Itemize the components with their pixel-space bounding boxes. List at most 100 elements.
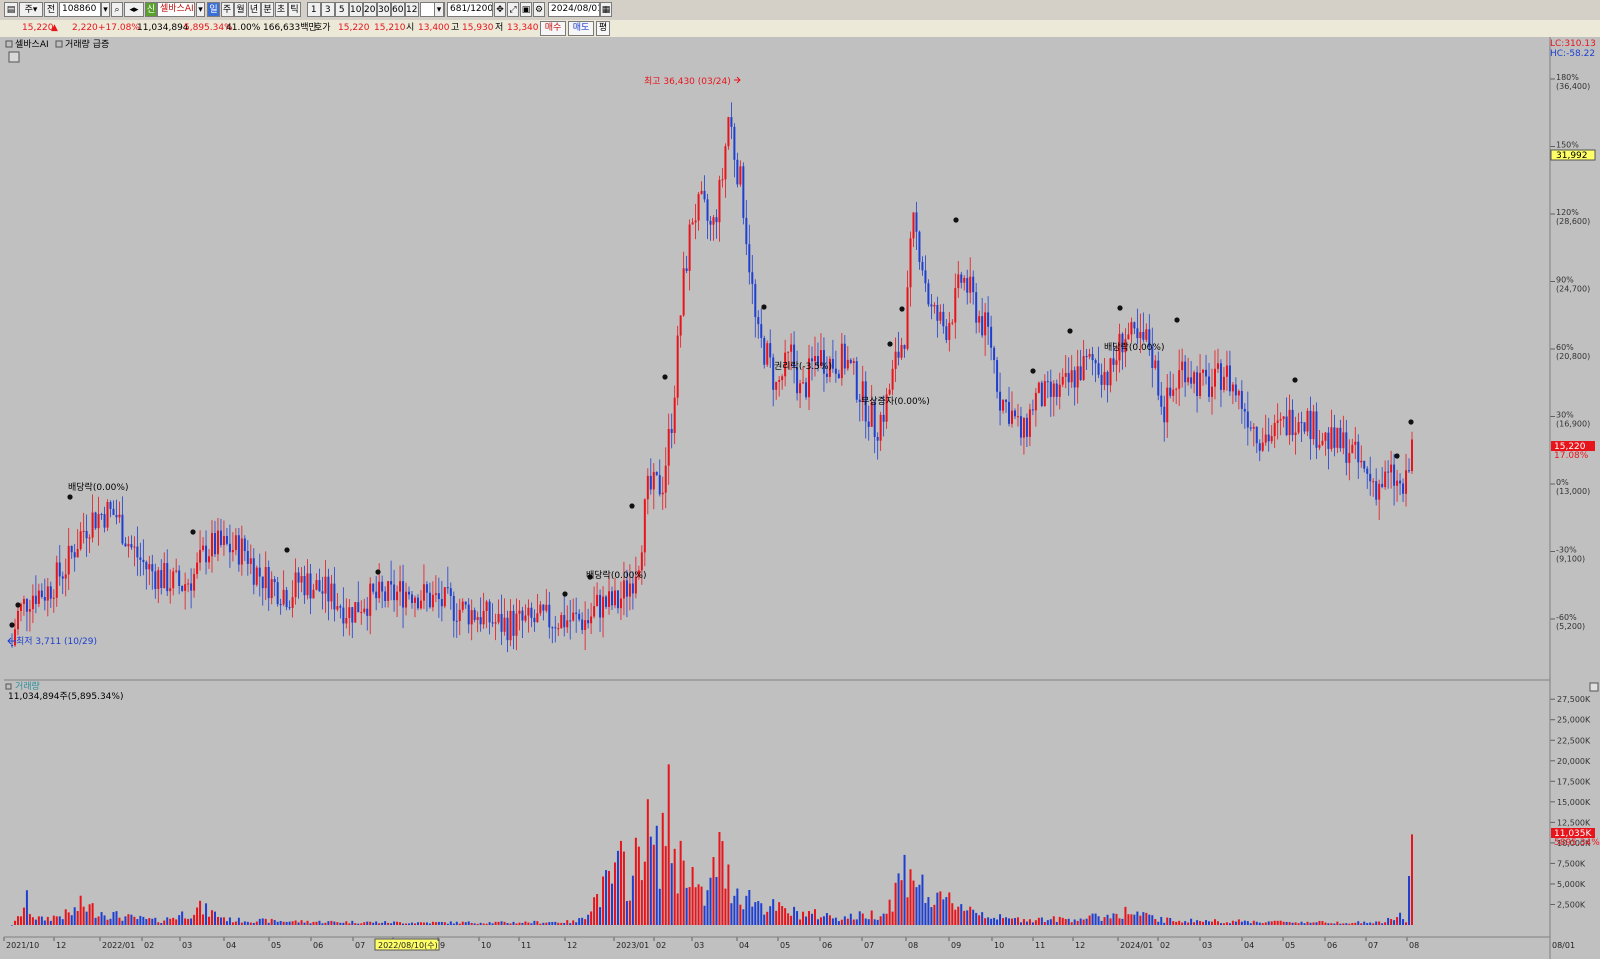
candle-body xyxy=(127,544,130,547)
candle-body xyxy=(1079,366,1082,380)
volume-bar xyxy=(972,909,975,925)
interval-button[interactable]: 3 xyxy=(321,2,335,17)
volume-bar xyxy=(1100,920,1103,925)
legend-stock[interactable]: 셀바스AI xyxy=(15,39,49,50)
buy-button[interactable]: 매수 xyxy=(540,21,566,36)
interval-dropdown-icon[interactable]: ▾ xyxy=(434,2,444,17)
volume-bar xyxy=(1246,921,1249,925)
candle-body xyxy=(49,586,52,599)
prev-next-stock-button[interactable]: ◂▸ xyxy=(124,2,144,17)
period-button[interactable]: 일 xyxy=(207,2,220,17)
interval-button[interactable]: 20 xyxy=(363,2,377,17)
legend-study[interactable]: 거래량 급증 xyxy=(65,38,109,50)
reference-tag-text: 31,992 xyxy=(1556,151,1588,161)
candle-body xyxy=(1016,416,1019,418)
stock-chart[interactable]: 2021/10 12 2022/01 02 03 04 05 06 07 2022/08/10(수… xyxy=(0,37,1600,959)
volume-bar xyxy=(494,921,497,925)
volume-bar xyxy=(825,913,828,925)
candle-body xyxy=(1276,420,1279,423)
volume-bar xyxy=(1384,922,1387,925)
candle-body xyxy=(1094,360,1097,364)
stock-code-input[interactable]: 108860 xyxy=(59,2,101,17)
volume-bar xyxy=(1175,921,1178,925)
candle-body xyxy=(160,570,163,588)
candle-body xyxy=(724,146,727,180)
volume-bar xyxy=(297,922,300,925)
candle-body xyxy=(691,222,694,225)
volume-bar xyxy=(721,841,724,925)
volume-bar xyxy=(88,904,91,925)
candle-body xyxy=(658,475,661,495)
eval-button[interactable]: 평 xyxy=(596,21,610,36)
panel-maximize-icon[interactable] xyxy=(1589,682,1599,692)
save-icon[interactable]: ▣ xyxy=(520,2,532,17)
scope-button[interactable]: 전 xyxy=(44,2,58,17)
price-value-label: (16,900) xyxy=(1556,420,1590,429)
stock-name-dropdown-icon[interactable]: ▾ xyxy=(196,2,205,17)
volume-bar xyxy=(1228,923,1231,925)
volume-bar xyxy=(276,921,279,925)
candle-body xyxy=(1342,432,1345,449)
candle-body xyxy=(521,610,524,621)
sell-button[interactable]: 매도 xyxy=(568,21,594,36)
volume-bar xyxy=(787,913,790,925)
volume-bar xyxy=(348,923,351,925)
date-field[interactable]: 2024/08/01 xyxy=(548,2,600,17)
candle-body xyxy=(1082,356,1085,380)
settings-gear-icon[interactable]: ⚙ xyxy=(533,2,545,17)
candle-body xyxy=(688,224,691,271)
data-count-field[interactable]: 681/1200 xyxy=(447,2,493,17)
menu-icon[interactable]: ▤ xyxy=(4,2,18,17)
calendar-icon[interactable]: ▦ xyxy=(600,2,612,17)
candle-body xyxy=(500,613,503,632)
zoom-icon[interactable]: ⤢ xyxy=(507,2,519,17)
x-label: 11 xyxy=(521,941,531,950)
volume-bar xyxy=(1181,922,1184,925)
search-icon[interactable]: ⌕ xyxy=(111,2,123,17)
high-annotation: 최고 36,430 (03/24) xyxy=(644,76,731,87)
market-mode-select[interactable]: 주▾ xyxy=(19,2,43,17)
volume-bar xyxy=(1354,922,1357,925)
period-button[interactable]: 주 xyxy=(220,2,234,17)
period-button[interactable]: 년 xyxy=(247,2,261,17)
candle-body xyxy=(1333,427,1336,448)
candle-body xyxy=(70,545,73,553)
candle-body xyxy=(936,304,939,321)
volume-bar xyxy=(631,875,634,925)
interval-button[interactable]: 1 xyxy=(307,2,321,17)
volume-bar xyxy=(1079,918,1082,925)
candle-body xyxy=(596,594,599,607)
panel-menu-icon[interactable] xyxy=(8,51,20,63)
candle-body xyxy=(1213,368,1216,387)
interval-button[interactable]: 120 xyxy=(405,2,419,17)
period-button[interactable]: 틱 xyxy=(288,2,301,17)
candle-body xyxy=(1028,409,1031,437)
interval-button[interactable]: 30 xyxy=(377,2,391,17)
period-button[interactable]: 분 xyxy=(261,2,274,17)
volume-bar xyxy=(1070,922,1073,925)
volume-bar xyxy=(479,922,482,925)
crosshair-icon[interactable]: ✥ xyxy=(494,2,506,17)
current-price: 15,220 xyxy=(22,23,54,33)
interval-button[interactable]: 5 xyxy=(335,2,349,17)
volume-bar xyxy=(11,925,13,926)
x-label: 02 xyxy=(144,941,154,950)
volume-bar xyxy=(411,922,413,925)
period-button[interactable]: 월 xyxy=(234,2,247,17)
interval-button[interactable]: 60 xyxy=(391,2,405,17)
interval-button[interactable]: 10 xyxy=(349,2,363,17)
candle-body xyxy=(1318,444,1321,448)
volume-bar xyxy=(118,917,121,925)
volume-bar xyxy=(622,851,625,925)
surge-marker xyxy=(662,374,668,380)
candle-body xyxy=(1163,406,1166,423)
period-button[interactable]: 초 xyxy=(274,2,288,17)
code-dropdown-icon[interactable]: ▾ xyxy=(101,2,110,17)
volume-bar xyxy=(157,922,160,925)
candle-body xyxy=(628,583,631,597)
stock-name-field[interactable]: 셀바스AI xyxy=(157,2,195,17)
candle-body xyxy=(840,343,843,379)
volume-title[interactable]: 거래량 xyxy=(15,680,40,692)
candle-body xyxy=(37,590,40,604)
candle-body xyxy=(199,549,202,563)
